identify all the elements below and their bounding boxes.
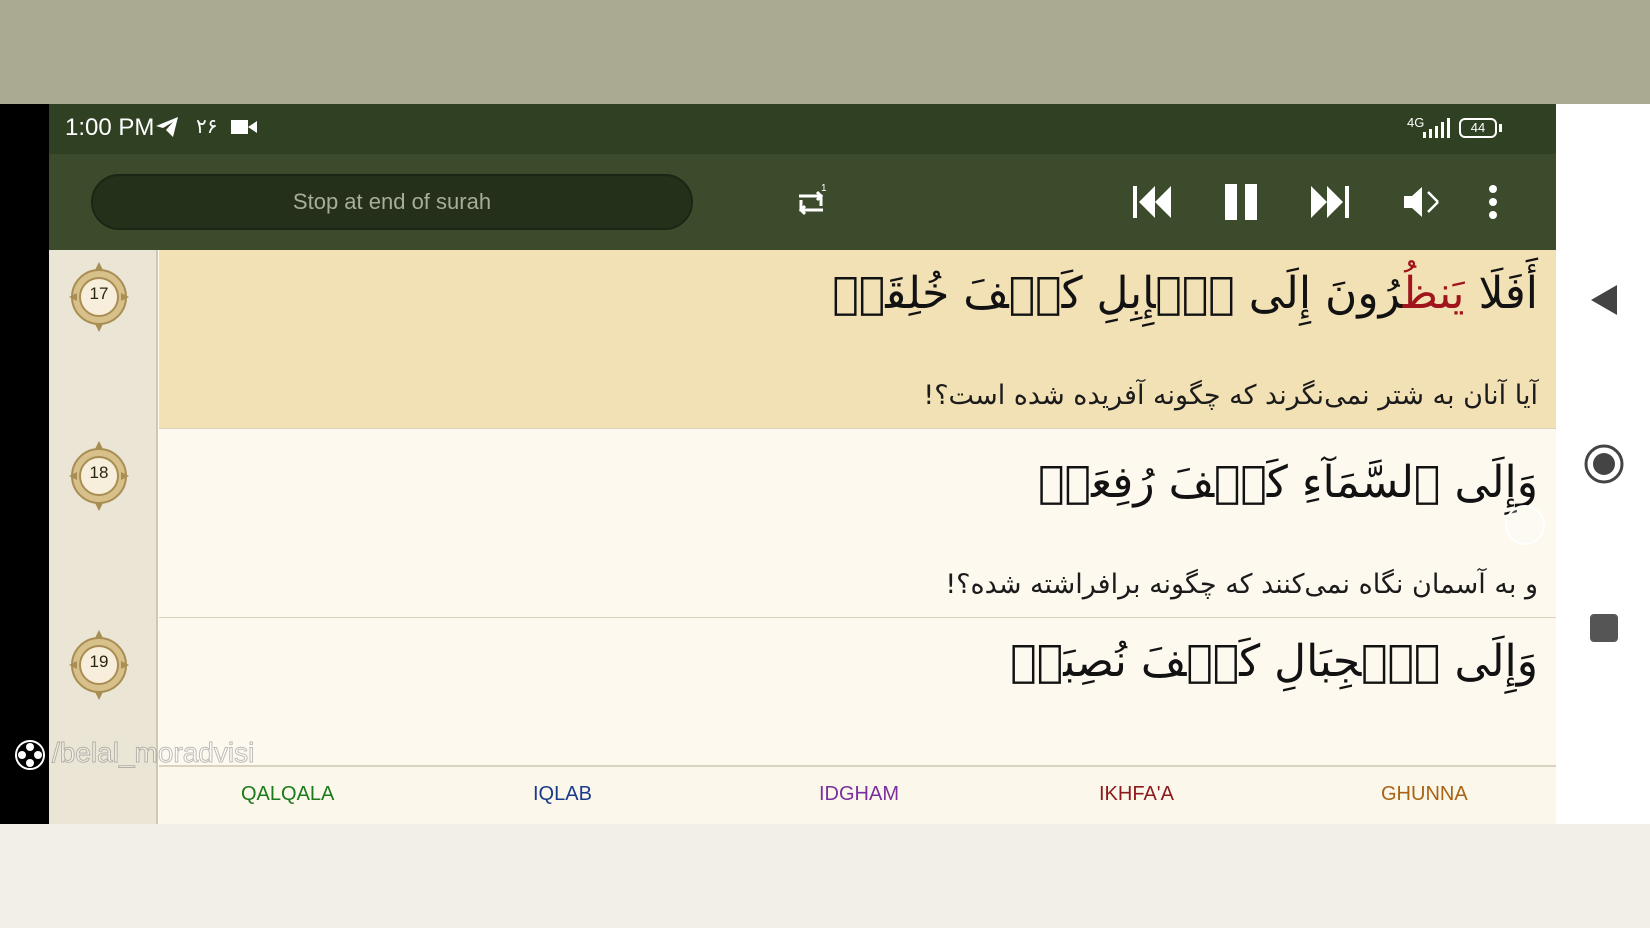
bottom-background (0, 824, 1650, 928)
audio-toolbar: Stop at end of surah 1 (49, 154, 1556, 250)
verse-row[interactable]: وَإِلَى ٱلۡجِبَالِ كَيۡفَ نُصِبَتۡ (159, 618, 1556, 766)
recents-square-icon[interactable] (1586, 610, 1622, 646)
notification-count: ۲۶ (196, 114, 218, 138)
battery-tip (1499, 124, 1502, 132)
ayah-badge-17: 17 (67, 260, 131, 334)
verse-arabic-text: أَفَلَا يَنظُرُونَ إِلَى ٱلۡإِبِلِ كَيۡف… (832, 268, 1538, 319)
status-time: 1:00 PM (65, 114, 155, 141)
watermark-text: /belal_moradvisi (51, 737, 255, 769)
pause-icon[interactable] (1217, 178, 1265, 226)
top-background (0, 0, 1650, 104)
home-circle-icon[interactable] (1582, 442, 1626, 486)
video-camera-icon (231, 118, 257, 140)
verse-translation: آیا آنان به شتر نمی‌نگرند که چگونه آفرید… (923, 380, 1538, 411)
telegram-icon (155, 116, 179, 142)
stop-at-end-dropdown[interactable]: Stop at end of surah (91, 174, 693, 230)
verse-arabic-text: وَإِلَى ٱلسَّمَآءِ كَيۡفَ رُفِعَتۡ (1038, 457, 1538, 508)
tajweed-ghunna[interactable]: GHUNNA (1381, 783, 1468, 806)
tajweed-legend: QALQALA IQLAB IDGHAM IKHFA'A GHUNNA (159, 766, 1556, 824)
tajweed-highlight: يَنظُ (1402, 268, 1465, 319)
tajweed-iqlab[interactable]: IQLAB (533, 783, 592, 806)
svg-text:1: 1 (821, 183, 827, 194)
verse-row-active[interactable]: أَفَلَا يَنظُرُونَ إِلَى ٱلۡإِبِلِ كَيۡف… (159, 250, 1556, 429)
ayah-badge-18: 18 (67, 439, 131, 513)
skip-next-icon[interactable] (1307, 178, 1355, 226)
volume-off-icon[interactable] (1397, 178, 1445, 226)
skip-previous-icon[interactable] (1127, 178, 1175, 226)
verse-row[interactable]: وَإِلَى ٱلسَّمَآءِ كَيۡفَ رُفِعَتۡ و به … (159, 429, 1556, 618)
film-reel-icon (14, 739, 46, 775)
more-vert-icon[interactable] (1469, 178, 1517, 226)
repeat-once-icon[interactable]: 1 (787, 178, 835, 226)
verse-arabic-text: وَإِلَى ٱلۡجِبَالِ كَيۡفَ نُصِبَتۡ (1010, 636, 1538, 687)
signal-icon (1421, 118, 1451, 142)
arabic-segment: أَفَلَا (1464, 268, 1538, 319)
back-triangle-icon[interactable] (1584, 280, 1624, 320)
tajweed-ikhfaa[interactable]: IKHFA'A (1099, 783, 1174, 806)
status-bar: 1:00 PM ۲۶ 4G 44 (49, 104, 1556, 154)
ayah-number: 18 (89, 463, 109, 482)
arabic-segment: رُونَ إِلَى ٱلۡإِبِلِ كَيۡفَ خُلِقَتۡ (832, 268, 1403, 319)
left-letterbox (0, 104, 49, 824)
ayah-number: 19 (89, 652, 109, 671)
tajweed-qalqala[interactable]: QALQALA (241, 783, 334, 806)
phone-screen: 1:00 PM ۲۶ 4G 44 Stop at end of surah 1 (49, 104, 1556, 824)
ayah-badge-19: 19 (67, 628, 131, 702)
ayah-number: 17 (89, 284, 109, 303)
tajweed-idgham[interactable]: IDGHAM (819, 783, 899, 806)
battery-icon: 44 (1459, 118, 1497, 138)
android-nav-bar (1556, 104, 1650, 824)
verse-translation: و به آسمان نگاه نمی‌کنند که چگونه برافرا… (945, 569, 1538, 600)
touch-indicator (1505, 505, 1545, 545)
verse-list[interactable]: 17 18 19 أَفَلَا يَنظُرُونَ إِلَى ٱلۡإِب… (49, 250, 1556, 824)
